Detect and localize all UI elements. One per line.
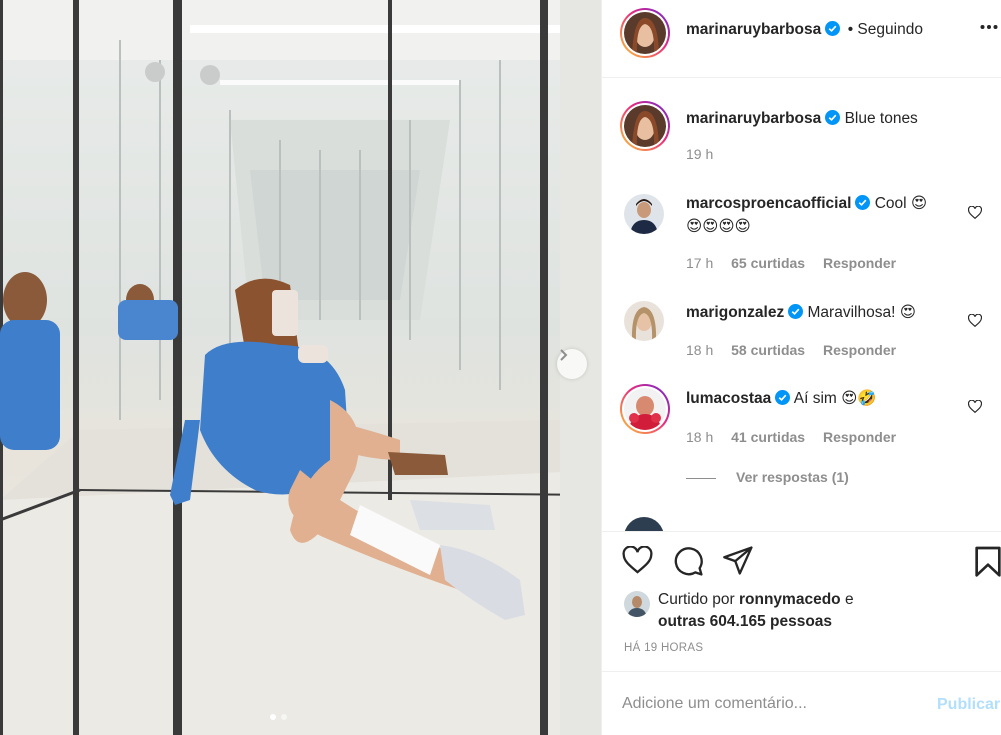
comment-text: lumacostaa Aí sim 😍🤣: [686, 387, 966, 410]
verified-icon: [825, 21, 841, 36]
post-time-ago[interactable]: HÁ 19 HORAS: [624, 642, 703, 654]
comment-time[interactable]: 17 h: [686, 255, 713, 271]
verified-icon: [855, 195, 871, 210]
save-icon[interactable]: [974, 546, 1001, 578]
heart-icon[interactable]: [622, 546, 653, 574]
replies-divider: [686, 477, 716, 479]
heart-icon[interactable]: [968, 206, 982, 219]
mirror-room-illustration: [0, 0, 601, 735]
comment-time[interactable]: 18 h: [686, 429, 713, 445]
carousel-dot: [270, 714, 276, 720]
comment-body: Cool 😍: [874, 195, 928, 212]
commenter-avatar[interactable]: [624, 194, 664, 234]
comment-icon[interactable]: [673, 546, 704, 577]
caption-time[interactable]: 19 h: [686, 146, 713, 162]
comment-time[interactable]: 18 h: [686, 342, 713, 358]
view-replies-label: Ver respostas (1): [736, 469, 849, 485]
likes-text: Curtido por ronnymacedo e outras 604.165…: [658, 589, 998, 633]
verified-icon: [775, 390, 791, 405]
commenter-avatar[interactable]: [624, 517, 664, 531]
caption-body: Blue tones: [844, 110, 918, 127]
heart-icon[interactable]: [968, 314, 982, 327]
author-avatar[interactable]: [620, 8, 670, 58]
comment-text: marcosproencaofficial Cool 😍 😍😍😍😍: [686, 192, 966, 238]
publish-button[interactable]: Publicar: [937, 696, 1000, 714]
comment-likes[interactable]: 58 curtidas: [731, 342, 805, 358]
comment-meta: 17 h 65 curtidas Responder: [686, 255, 910, 271]
author-avatar[interactable]: [620, 101, 670, 151]
comments-list[interactable]: marinaruybarbosa Blue tones 19 h marcosp…: [602, 79, 1001, 531]
comment-body-line2: 😍😍😍😍: [686, 218, 751, 235]
commenter-avatar[interactable]: [624, 301, 664, 341]
comment-meta: 18 h 41 curtidas Responder: [686, 429, 910, 445]
comment-body: Aí sim 😍🤣: [793, 390, 877, 407]
liker-username[interactable]: ronnymacedo: [739, 591, 841, 608]
caption-text: marinaruybarbosa Blue tones: [686, 107, 966, 130]
share-icon[interactable]: [723, 546, 754, 575]
view-replies-button[interactable]: Ver respostas (1): [686, 469, 849, 485]
add-comment-bar: Publicar: [602, 671, 1001, 735]
comment-input[interactable]: [622, 692, 922, 716]
caption-meta: 19 h: [686, 146, 727, 162]
commenter-username[interactable]: marigonzalez: [686, 304, 784, 321]
reply-button[interactable]: Responder: [823, 429, 896, 445]
follow-status[interactable]: • Seguindo: [848, 21, 923, 38]
liker-avatar[interactable]: [624, 591, 650, 617]
verified-icon: [788, 304, 804, 319]
heart-icon[interactable]: [968, 400, 982, 413]
carousel-dot: [281, 714, 287, 720]
comment-body: Maravilhosa! 😍: [807, 304, 916, 321]
commenter-avatar[interactable]: [620, 384, 670, 434]
post-sidebar: marinaruybarbosa • Seguindo marinaruybar…: [601, 0, 1001, 735]
carousel-indicator: [270, 714, 287, 720]
comment-meta: 18 h 58 curtidas Responder: [686, 342, 910, 358]
liked-by-prefix: Curtido por: [658, 591, 735, 608]
verified-icon: [825, 110, 841, 125]
commenter-username[interactable]: lumacostaa: [686, 390, 771, 407]
post-header: marinaruybarbosa • Seguindo: [602, 0, 1001, 78]
chevron-right-icon: [560, 349, 568, 361]
comment-likes[interactable]: 41 curtidas: [731, 429, 805, 445]
comment-text: marigonzalez Maravilhosa! 😍: [686, 301, 966, 324]
liked-by-conj: e: [844, 591, 854, 608]
post-photo[interactable]: [0, 0, 601, 735]
reply-button[interactable]: Responder: [823, 342, 896, 358]
author-username[interactable]: marinaruybarbosa: [686, 21, 821, 38]
post-actions: Curtido por ronnymacedo e outras 604.165…: [602, 531, 1001, 671]
author-info: marinaruybarbosa • Seguindo: [686, 21, 923, 39]
more-icon[interactable]: [980, 24, 998, 30]
caption-username[interactable]: marinaruybarbosa: [686, 110, 821, 127]
reply-button[interactable]: Responder: [823, 255, 896, 271]
carousel-next-button[interactable]: [557, 349, 587, 379]
comment-likes[interactable]: 65 curtidas: [731, 255, 805, 271]
commenter-username[interactable]: marcosproencaofficial: [686, 195, 851, 212]
likes-count[interactable]: outras 604.165 pessoas: [658, 613, 832, 630]
